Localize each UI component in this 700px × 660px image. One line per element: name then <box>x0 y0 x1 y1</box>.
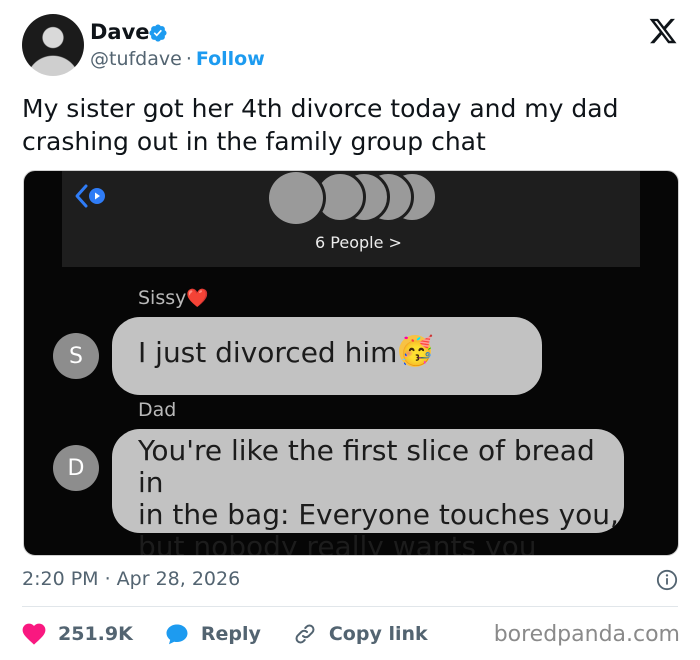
verified-badge-icon <box>149 24 167 42</box>
heart-emoji: ❤️ <box>186 288 209 309</box>
tweet-media-image[interactable]: 6 People > Sissy❤️ S I just divorced him… <box>23 170 679 556</box>
link-icon <box>295 624 315 644</box>
message-text-line: You're like the first slice of bread in <box>138 434 595 499</box>
message-bubble: I just divorced him🥳 <box>112 317 542 395</box>
separator-dot: · <box>185 48 192 70</box>
like-count: 251.9K <box>58 623 133 645</box>
sender-avatar: S <box>53 333 99 379</box>
author-handle[interactable]: @tufdave <box>90 48 182 70</box>
reply-label: Reply <box>200 623 261 645</box>
author-handle-row: @tufdave · Follow <box>90 48 265 70</box>
info-icon[interactable] <box>656 569 678 591</box>
sender-avatar: D <box>53 445 99 491</box>
x-logo-icon[interactable] <box>648 16 678 46</box>
message-bubble: You're like the first slice of bread in … <box>112 429 624 555</box>
sender-name: Sissy❤️ <box>138 287 209 309</box>
copy-link-label: Copy link <box>328 623 428 645</box>
group-people-label: 6 People > <box>315 233 402 252</box>
reply-bubble-icon <box>166 624 188 645</box>
heart-icon <box>22 623 46 645</box>
author-avatar[interactable] <box>22 14 84 76</box>
watermark: boredpanda.com <box>493 622 680 647</box>
like-button[interactable]: 251.9K <box>22 623 133 645</box>
sender-name: Dad <box>138 399 177 421</box>
tweet-text: My sister got her 4th divorce today and … <box>22 94 619 156</box>
message-text-line: but nobody really wants you <box>138 530 537 556</box>
reply-button[interactable]: Reply <box>165 622 261 646</box>
tweet-timestamp[interactable]: 2:20 PM · Apr 28, 2026 <box>22 568 240 590</box>
group-avatars <box>266 171 446 227</box>
copy-link-button[interactable]: Copy link <box>293 622 428 646</box>
follow-button[interactable]: Follow <box>196 48 265 70</box>
author-display-name[interactable]: Dave <box>90 20 150 44</box>
message-text-line: in the bag: Everyone touches you, <box>138 498 619 531</box>
message-text: I just divorced him <box>138 336 398 369</box>
divider <box>22 606 678 607</box>
group-avatar <box>266 171 326 227</box>
sender-name-text: Sissy <box>138 287 187 309</box>
party-face-emoji: 🥳 <box>399 334 435 367</box>
action-bar: 251.9K Reply Copy link <box>22 621 460 647</box>
back-chevron-icon <box>75 184 105 208</box>
